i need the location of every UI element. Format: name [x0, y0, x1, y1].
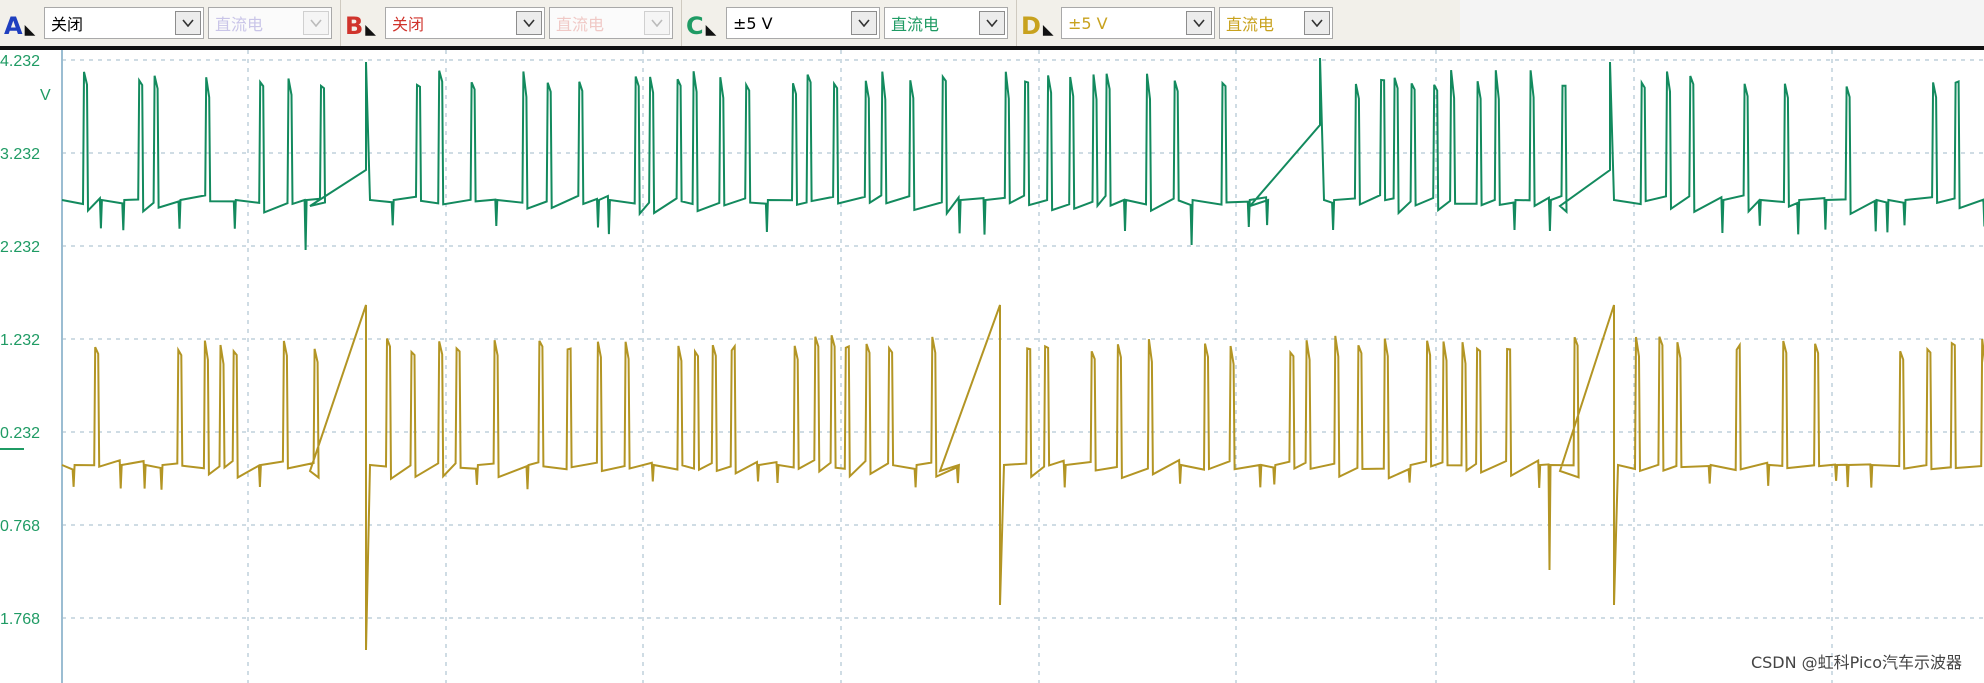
channel-a-letter: A	[4, 12, 23, 40]
chevron-down-icon[interactable]	[1186, 11, 1212, 35]
watermark: CSDN @虹科Pico汽车示波器	[1750, 653, 1962, 672]
channel-c-trace	[61, 57, 1984, 251]
channel-d-letter: D	[1021, 12, 1041, 40]
channel-a-label[interactable]: A ◣	[4, 6, 44, 40]
channel-d-group: D ◣ ±5 V 直流电	[1017, 0, 1341, 46]
oscilloscope-plot[interactable]: 4.232 V 3.232 2.232 1.232 0.232 0.768 1.…	[0, 50, 1984, 683]
channel-a-group: A ◣ 关闭 直流电	[0, 0, 341, 46]
chevron-down-icon	[644, 11, 670, 35]
channel-a-coupling-select: 直流电	[208, 7, 332, 39]
y-tick-label: 0.232	[0, 425, 40, 442]
channel-b-group: B ◣ 关闭 直流电	[341, 0, 682, 46]
channel-c-group: C ◣ ±5 V 直流电	[682, 0, 1017, 46]
channel-b-coupling-select: 直流电	[549, 7, 673, 39]
toolbar-empty-area	[1460, 0, 1984, 50]
y-axis: 4.232 V 3.232 2.232 1.232 0.232 0.768 1.…	[0, 53, 51, 628]
channel-d-label[interactable]: D ◣	[1021, 6, 1061, 40]
channel-b-coupling-value: 直流电	[556, 15, 605, 34]
channel-c-coupling-value: 直流电	[891, 15, 940, 34]
channel-a-range-value: 关闭	[51, 15, 84, 34]
y-tick-label: 1.232	[0, 332, 40, 349]
channel-c-range-value: ±5 V	[733, 13, 773, 33]
chevron-down-icon[interactable]	[516, 11, 542, 35]
cursor-icon: ◣	[705, 22, 717, 38]
grid	[61, 50, 1984, 683]
channel-c-label[interactable]: C ◣	[686, 6, 726, 40]
channel-d-range-value: ±5 V	[1068, 13, 1108, 33]
channel-a-range-select[interactable]: 关闭	[44, 7, 204, 39]
y-tick-label: 2.232	[0, 239, 40, 256]
chevron-down-icon[interactable]	[1304, 11, 1330, 35]
chevron-down-icon	[303, 11, 329, 35]
chevron-down-icon[interactable]	[979, 11, 1005, 35]
channel-toolbar: A ◣ 关闭 直流电 B ◣ 关闭 直流电 C ◣ ±5 V 直流电 D ◣ ±…	[0, 0, 1460, 50]
cursor-icon: ◣	[24, 22, 36, 38]
channel-b-letter: B	[345, 12, 364, 40]
y-tick-label: 1.768	[0, 611, 40, 628]
channel-b-label[interactable]: B ◣	[345, 6, 385, 40]
y-unit-label: V	[40, 87, 51, 104]
chevron-down-icon[interactable]	[851, 11, 877, 35]
channel-d-coupling-select[interactable]: 直流电	[1219, 7, 1333, 39]
channel-d-range-select[interactable]: ±5 V	[1061, 7, 1215, 39]
channel-b-range-value: 关闭	[392, 15, 425, 34]
channel-d-trace	[61, 304, 1984, 651]
chevron-down-icon[interactable]	[175, 11, 201, 35]
y-tick-label: 4.232	[0, 53, 40, 70]
channel-a-coupling-value: 直流电	[215, 15, 264, 34]
y-tick-label: 0.768	[0, 518, 40, 535]
channel-b-range-select[interactable]: 关闭	[385, 7, 545, 39]
channel-d-coupling-value: 直流电	[1226, 15, 1275, 34]
channel-c-range-select[interactable]: ±5 V	[726, 7, 880, 39]
channel-c-coupling-select[interactable]: 直流电	[884, 7, 1008, 39]
channel-c-letter: C	[686, 12, 704, 40]
y-tick-label: 3.232	[0, 146, 40, 163]
cursor-icon: ◣	[1042, 22, 1054, 38]
cursor-icon: ◣	[365, 22, 377, 38]
